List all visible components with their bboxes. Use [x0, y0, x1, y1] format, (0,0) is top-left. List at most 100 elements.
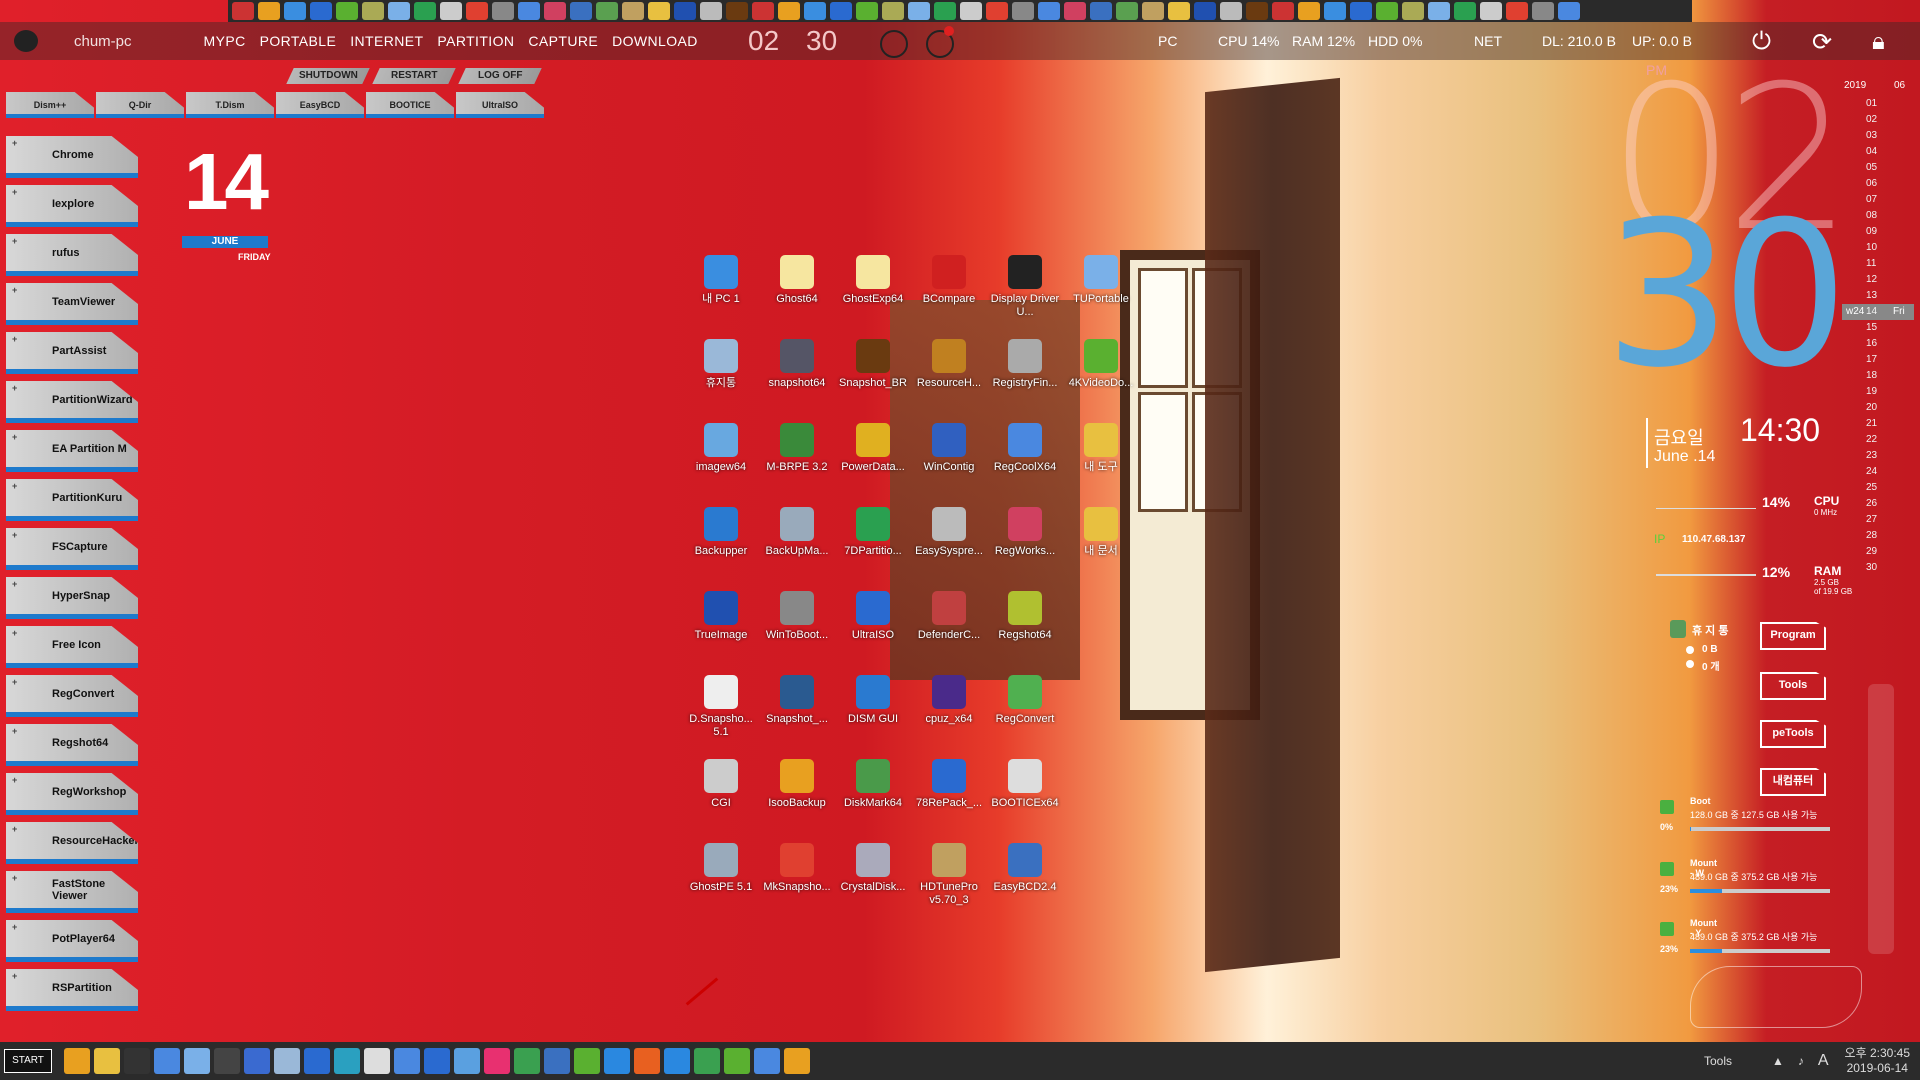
quicklaunch-app-icon[interactable] — [674, 2, 696, 20]
desktop-icon[interactable]: TUPortable — [1063, 255, 1139, 339]
menu-capture[interactable]: CAPTURE — [528, 33, 598, 49]
quicklaunch-app-icon[interactable] — [856, 2, 878, 20]
desktop-icon[interactable]: UltraISO — [835, 591, 911, 675]
desktop-icon[interactable]: EasySyspre... — [911, 507, 987, 591]
quicklaunch-app-icon[interactable] — [310, 2, 332, 20]
quicklaunch-app-icon[interactable] — [570, 2, 592, 20]
quicklaunch-app-icon[interactable] — [466, 2, 488, 20]
desktop-icon[interactable]: Regshot64 — [987, 591, 1063, 675]
quicklaunch-app-icon[interactable] — [648, 2, 670, 20]
tray-volume-icon[interactable]: ♪ — [1798, 1054, 1804, 1068]
quicklaunch-app-icon[interactable] — [1350, 2, 1372, 20]
menu-download[interactable]: DOWNLOAD — [612, 33, 698, 49]
sidebar-item-partitionkuru[interactable]: + PartitionKuru — [6, 479, 138, 521]
desktop-icon[interactable]: 내 문서 — [1063, 507, 1139, 591]
quicklaunch-app-icon[interactable] — [232, 2, 254, 20]
recycle-bin-icon[interactable] — [1670, 620, 1686, 638]
desktop-icon[interactable]: Display Driver U... — [987, 255, 1063, 339]
shutdown-button[interactable]: SHUTDOWN — [286, 68, 370, 84]
restart-button[interactable]: RESTART — [372, 68, 456, 84]
desktop-icon[interactable]: Snapshot_BR — [835, 339, 911, 423]
quicklaunch-app-icon[interactable] — [1194, 2, 1216, 20]
app-icon[interactable] — [634, 1048, 660, 1074]
desktop-icon[interactable]: D.Snapsho... 5.1 — [683, 675, 759, 759]
desktop-icon[interactable]: MkSnapsho... — [759, 843, 835, 927]
quicklaunch-app-icon[interactable] — [1324, 2, 1346, 20]
sidebar-item-faststone-viewer[interactable]: + FastStone Viewer — [6, 871, 138, 913]
quicklaunch-app-icon[interactable] — [284, 2, 306, 20]
chrome-icon[interactable] — [880, 30, 908, 58]
quicklaunch-app-icon[interactable] — [726, 2, 748, 20]
tray-network-icon[interactable]: ▲ — [1772, 1054, 1784, 1068]
quicklaunch-app-icon[interactable] — [1272, 2, 1294, 20]
quicklaunch-app-icon[interactable] — [1038, 2, 1060, 20]
desktop-icon[interactable]: BackUpMa... — [759, 507, 835, 591]
quicklaunch-app-icon[interactable] — [1168, 2, 1190, 20]
quicklaunch-app-icon[interactable] — [1298, 2, 1320, 20]
tray-tools[interactable]: Tools — [1704, 1054, 1732, 1068]
sidebar-item-ea-partition-m[interactable]: + EA Partition M — [6, 430, 138, 472]
sidebar-item-fscapture[interactable]: + FSCapture — [6, 528, 138, 570]
quicklaunch-app-icon[interactable] — [1454, 2, 1476, 20]
quicklaunch-app-icon[interactable] — [1012, 2, 1034, 20]
quicklaunch-app-icon[interactable] — [960, 2, 982, 20]
quicklaunch-app-icon[interactable] — [1506, 2, 1528, 20]
quicklaunch-app-icon[interactable] — [596, 2, 618, 20]
quicklaunch-app-icon[interactable] — [622, 2, 644, 20]
desktop-icon[interactable]: Ghost64 — [759, 255, 835, 339]
desktop-icon[interactable]: cpuz_x64 — [911, 675, 987, 759]
desktop-icon[interactable]: 내 PC 1 — [683, 255, 759, 339]
vertical-launcher-bar[interactable] — [1868, 684, 1894, 954]
tab-tdism[interactable]: T.Dism — [186, 92, 274, 118]
firefox-icon[interactable] — [664, 1048, 690, 1074]
quicklaunch-app-icon[interactable] — [388, 2, 410, 20]
gear-icon[interactable] — [364, 1048, 390, 1074]
quicklaunch-app-icon[interactable] — [544, 2, 566, 20]
petools-button[interactable]: peTools — [1760, 720, 1826, 748]
quicklaunch-app-icon[interactable] — [258, 2, 280, 20]
pc-name[interactable]: chum-pc — [74, 33, 132, 50]
clover-icon[interactable] — [754, 1048, 780, 1074]
lock-icon[interactable]: 🔒︎ — [1872, 28, 1885, 56]
desktop-icon[interactable]: CrystalDisk... — [835, 843, 911, 927]
desktop-icon[interactable]: RegConvert — [987, 675, 1063, 759]
sidebar-item-resourcehacker[interactable]: + ResourceHacker — [6, 822, 138, 864]
app-icon[interactable] — [514, 1048, 540, 1074]
desktop-icon[interactable]: 7DPartitio... — [835, 507, 911, 591]
quicklaunch-app-icon[interactable] — [1480, 2, 1502, 20]
quicklaunch-app-icon[interactable] — [882, 2, 904, 20]
ninja-logo-icon[interactable] — [14, 30, 38, 52]
quicklaunch-app-icon[interactable] — [1246, 2, 1268, 20]
menu-internet[interactable]: INTERNET — [350, 33, 423, 49]
quicklaunch-app-icon[interactable] — [700, 2, 722, 20]
desktop-icon[interactable]: RegCoolX64 — [987, 423, 1063, 507]
sidebar-item-teamviewer[interactable]: + TeamViewer — [6, 283, 138, 325]
app-icon[interactable] — [604, 1048, 630, 1074]
quicklaunch-app-icon[interactable] — [908, 2, 930, 20]
desktop-icon[interactable]: GhostExp64 — [835, 255, 911, 339]
quicklaunch-app-icon[interactable] — [778, 2, 800, 20]
chrome-icon[interactable] — [724, 1048, 750, 1074]
desktop-icon[interactable]: ResourceH... — [911, 339, 987, 423]
eraser-icon[interactable] — [274, 1048, 300, 1074]
menu-mypc[interactable]: MYPC — [204, 33, 246, 49]
folder-icon[interactable] — [94, 1048, 120, 1074]
desktop-icon[interactable]: BOOTICEx64 — [987, 759, 1063, 843]
tab-bootice[interactable]: BOOTICE — [366, 92, 454, 118]
sidebar-item-regshot64[interactable]: + Regshot64 — [6, 724, 138, 766]
tray-ime[interactable]: A — [1818, 1052, 1829, 1070]
sidebar-item-rufus[interactable]: + rufus — [6, 234, 138, 276]
tools-button[interactable]: Tools — [1760, 672, 1826, 700]
sidebar-item-regworkshop[interactable]: + RegWorkshop — [6, 773, 138, 815]
globe-icon[interactable] — [784, 1048, 810, 1074]
sidebar-item-partitionwizard[interactable]: + PartitionWizard — [6, 381, 138, 423]
desktop-icon[interactable]: 내 도구 — [1063, 423, 1139, 507]
window-icon[interactable] — [154, 1048, 180, 1074]
quicklaunch-app-icon[interactable] — [414, 2, 436, 20]
desktop-icon[interactable]: DefenderC... — [911, 591, 987, 675]
quicklaunch-app-icon[interactable] — [440, 2, 462, 20]
desktop-icon[interactable]: BCompare — [911, 255, 987, 339]
desktop-icon[interactable]: 휴지통 — [683, 339, 759, 423]
quicklaunch-app-icon[interactable] — [1116, 2, 1138, 20]
app-icon[interactable] — [334, 1048, 360, 1074]
